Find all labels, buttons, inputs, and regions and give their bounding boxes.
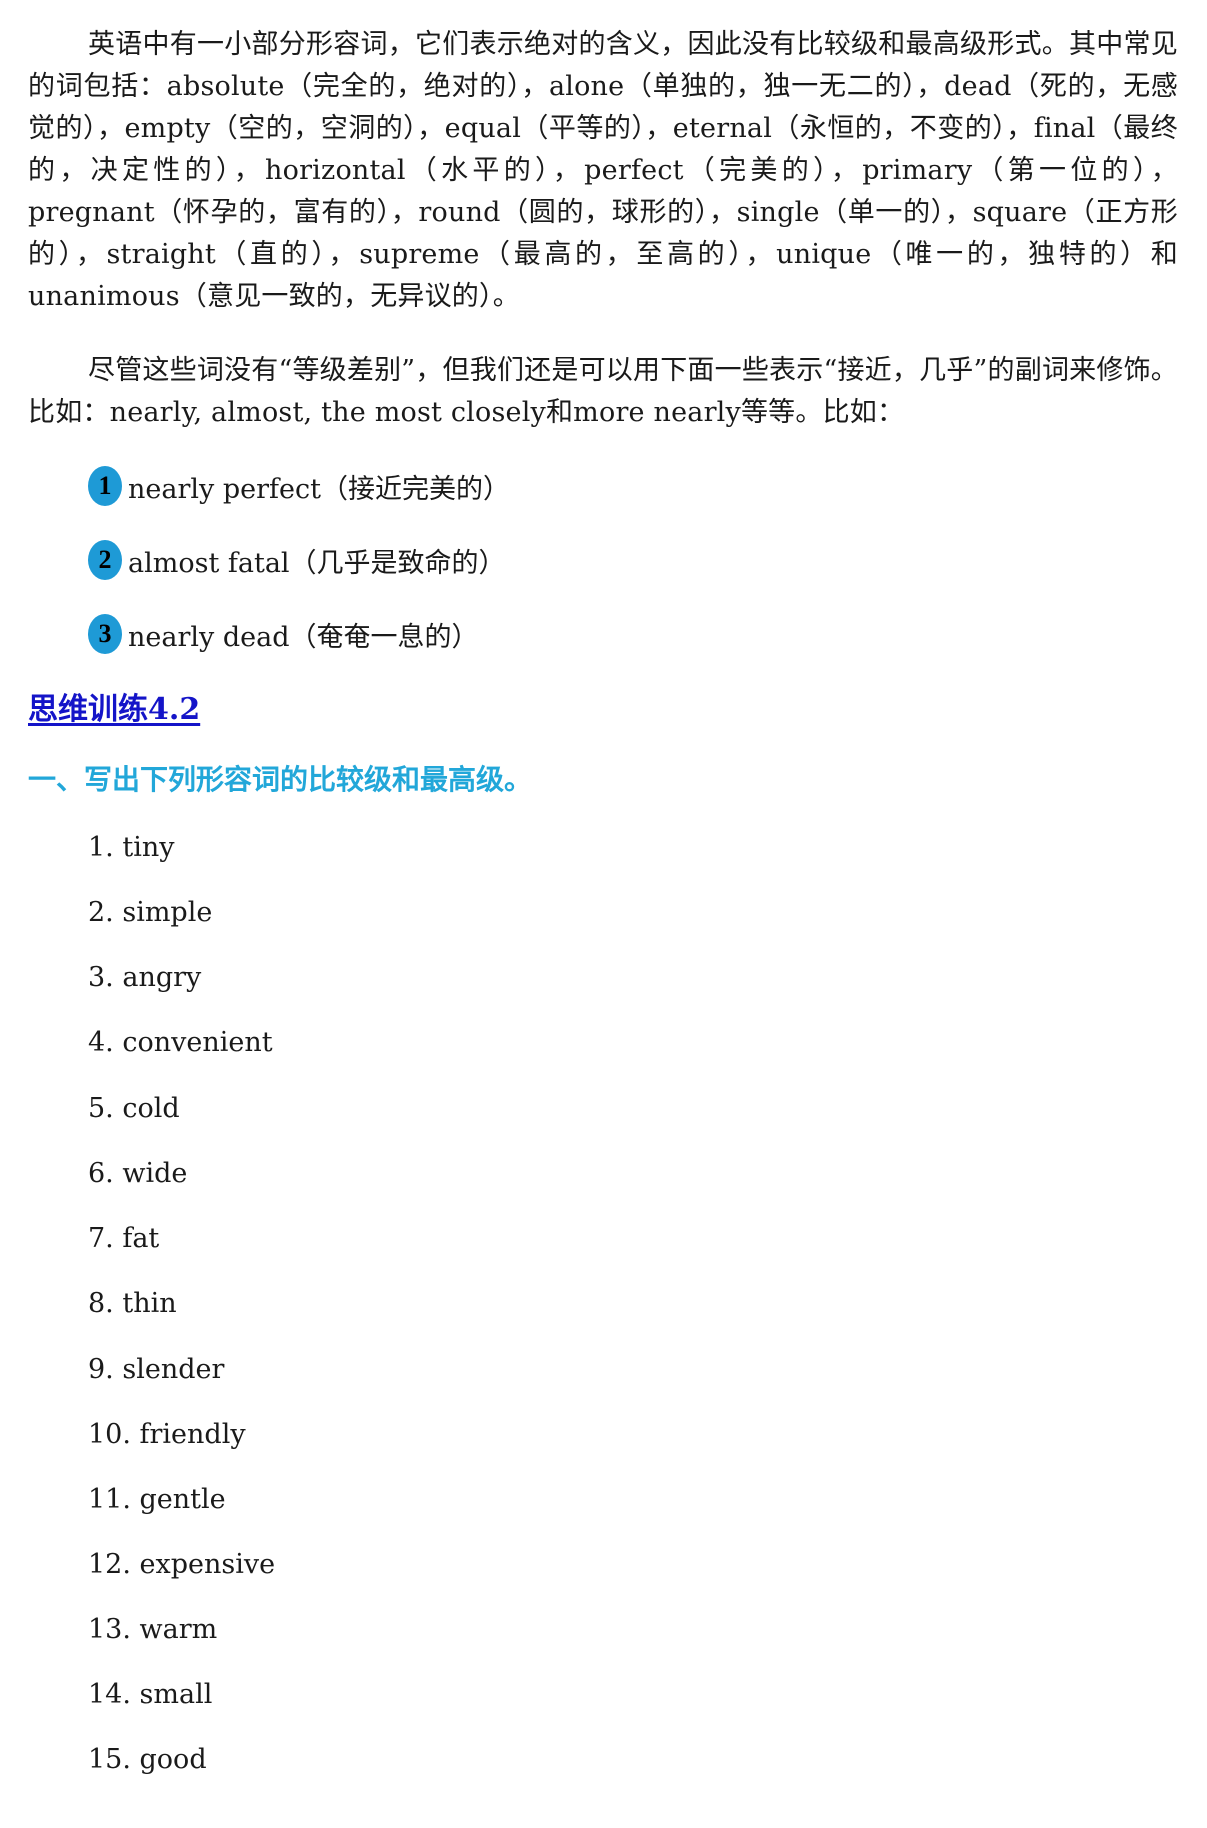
list-item: 7. fat xyxy=(88,1223,160,1254)
number-badge: 3 xyxy=(88,614,122,654)
example-text: almost fatal（几乎是致命的） xyxy=(128,547,506,579)
list-item: 6. wide xyxy=(88,1158,188,1189)
example-text: nearly dead（奄奄一息的） xyxy=(128,621,479,653)
list-item: 2. simple xyxy=(88,897,213,928)
list-item: 4. convenient xyxy=(88,1027,273,1058)
list-item: 1. tiny xyxy=(88,832,175,863)
list-item: 12. expensive xyxy=(88,1549,276,1580)
list-item: 10. friendly xyxy=(88,1419,246,1450)
example-item: 3 nearly dead（奄奄一息的） xyxy=(88,612,479,656)
list-item: 15. good xyxy=(88,1744,207,1775)
number-badge: 2 xyxy=(88,540,122,580)
list-item: 9. slender xyxy=(88,1354,225,1385)
section-title-link[interactable]: 思维训练4.2 xyxy=(28,684,200,728)
example-text: nearly perfect（接近完美的） xyxy=(128,473,510,505)
exercise-heading: 一、写出下列形容词的比较级和最高级。 xyxy=(28,763,533,796)
list-item: 3. angry xyxy=(88,962,202,993)
list-item: 11. gentle xyxy=(88,1484,226,1515)
list-item: 14. small xyxy=(88,1679,213,1710)
example-item: 1 nearly perfect（接近完美的） xyxy=(88,464,510,508)
list-item: 13. warm xyxy=(88,1614,218,1645)
example-item: 2 almost fatal（几乎是致命的） xyxy=(88,538,506,582)
number-badge: 1 xyxy=(88,466,122,506)
list-item: 8. thin xyxy=(88,1288,177,1319)
list-item: 5. cold xyxy=(88,1093,180,1124)
modifier-paragraph: 尽管这些词没有“等级差别”，但我们还是可以用下面一些表示“接近，几乎”的副词来修… xyxy=(28,355,1178,428)
intro-paragraph: 英语中有一小部分形容词，它们表示绝对的含义，因此没有比较级和最高级形式。其中常见… xyxy=(28,29,1178,312)
